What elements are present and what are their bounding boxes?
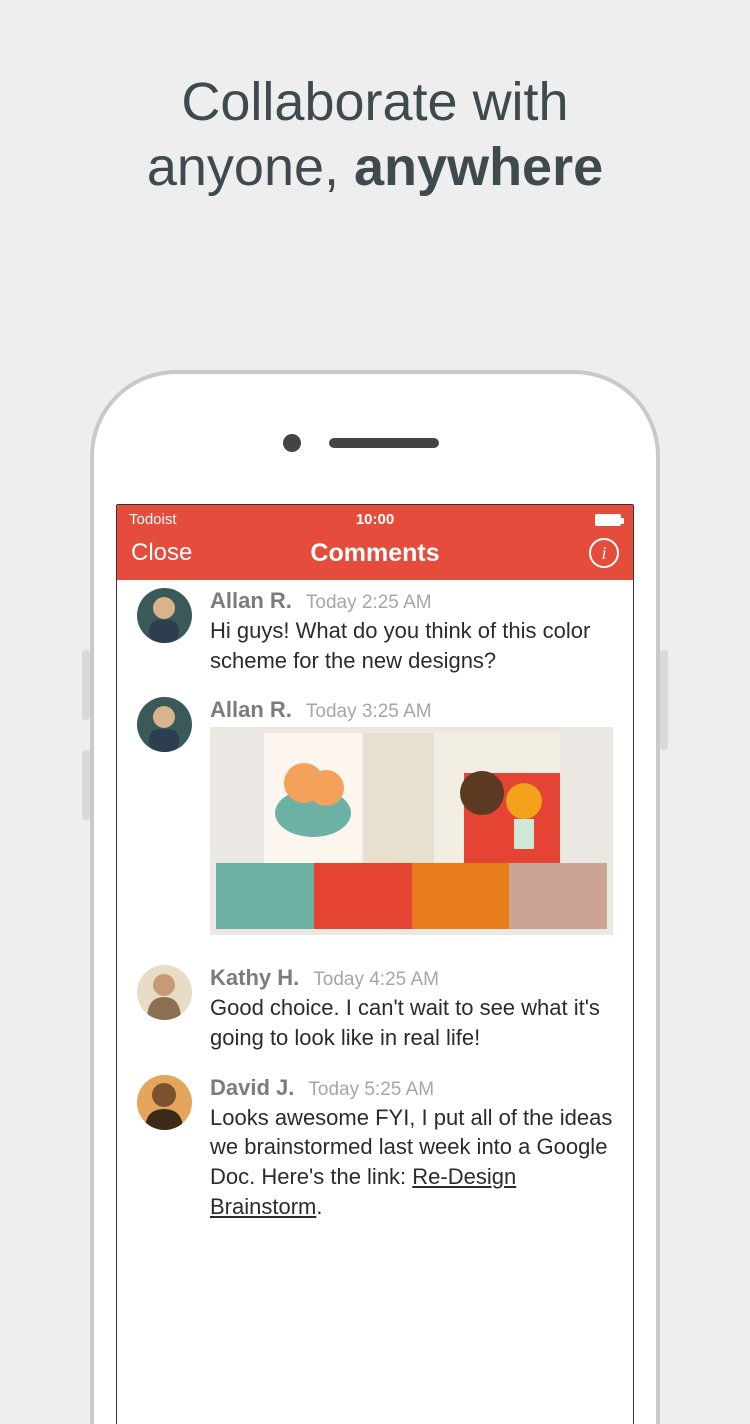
comment-meta: David J. Today 5:25 AM: [210, 1075, 613, 1101]
comment-body: Allan R. Today 3:25 AM: [210, 697, 613, 935]
close-button[interactable]: Close: [131, 539, 294, 567]
comment-body: Kathy H. Today 4:25 AM Good choice. I ca…: [210, 965, 613, 1052]
comment-meta: Allan R. Today 2:25 AM: [210, 588, 613, 614]
attachment-swatches: [216, 863, 607, 929]
comment-author: Allan R.: [210, 588, 292, 614]
info-icon[interactable]: i: [589, 538, 619, 568]
status-bar: Todoist 10:00: [117, 505, 633, 530]
headline-line2a: anyone,: [147, 137, 354, 197]
battery-icon: [595, 514, 621, 526]
phone-speaker: [329, 438, 439, 448]
comment-item: Allan R. Today 2:25 AM Hi guys! What do …: [137, 588, 613, 675]
phone-side-button: [82, 650, 90, 720]
comment-text-suffix: .: [316, 1194, 322, 1219]
phone-mockup: Todoist 10:00 Close Comments i: [90, 370, 660, 1424]
phone-frame: Todoist 10:00 Close Comments i: [90, 370, 660, 1424]
avatar[interactable]: [137, 588, 192, 643]
attachment-photo: [364, 733, 560, 863]
comment-body: David J. Today 5:25 AM Looks awesome FYI…: [210, 1075, 613, 1222]
color-swatch: [314, 863, 412, 929]
comment-time: Today 2:25 AM: [306, 592, 432, 614]
color-swatch: [509, 863, 607, 929]
comment-meta: Allan R. Today 3:25 AM: [210, 697, 613, 723]
color-swatch: [216, 863, 314, 929]
headline-line1: Collaborate with: [181, 72, 568, 132]
comment-time: Today 4:25 AM: [313, 969, 439, 991]
comment-item: Kathy H. Today 4:25 AM Good choice. I ca…: [137, 965, 613, 1052]
comment-text: Hi guys! What do you think of this color…: [210, 616, 613, 675]
avatar[interactable]: [137, 1075, 192, 1130]
comment-text: Good choice. I can't wait to see what it…: [210, 993, 613, 1052]
comment-time: Today 5:25 AM: [308, 1079, 434, 1101]
nav-bar: Close Comments i: [117, 530, 633, 580]
comment-attachment[interactable]: [210, 727, 613, 935]
marketing-headline: Collaborate with anyone, anywhere: [0, 70, 750, 200]
phone-side-button: [660, 650, 668, 750]
phone-side-button: [82, 750, 90, 820]
phone-speaker-row: [88, 434, 634, 452]
comment-time: Today 3:25 AM: [306, 701, 432, 723]
avatar[interactable]: [137, 697, 192, 752]
comment-author: Allan R.: [210, 697, 292, 723]
comment-item: David J. Today 5:25 AM Looks awesome FYI…: [137, 1075, 613, 1222]
headline-line2b: anywhere: [354, 137, 603, 197]
attachment-photo: [264, 733, 362, 863]
phone-camera: [283, 434, 301, 452]
comment-body: Allan R. Today 2:25 AM Hi guys! What do …: [210, 588, 613, 675]
comment-meta: Kathy H. Today 4:25 AM: [210, 965, 613, 991]
status-battery: [457, 514, 621, 526]
comment-text: Looks awesome FYI, I put all of the idea…: [210, 1103, 613, 1222]
nav-info-wrap: i: [456, 538, 619, 568]
screen: Todoist 10:00 Close Comments i: [116, 504, 634, 1424]
comments-list[interactable]: Allan R. Today 2:25 AM Hi guys! What do …: [117, 580, 633, 1222]
nav-title: Comments: [294, 539, 457, 568]
comment-author: David J.: [210, 1075, 294, 1101]
status-carrier: Todoist: [129, 511, 293, 528]
color-swatch: [412, 863, 510, 929]
avatar[interactable]: [137, 965, 192, 1020]
status-clock: 10:00: [293, 511, 457, 528]
attachment-photos: [216, 733, 607, 863]
comment-item: Allan R. Today 3:25 AM: [137, 697, 613, 935]
comment-author: Kathy H.: [210, 965, 299, 991]
